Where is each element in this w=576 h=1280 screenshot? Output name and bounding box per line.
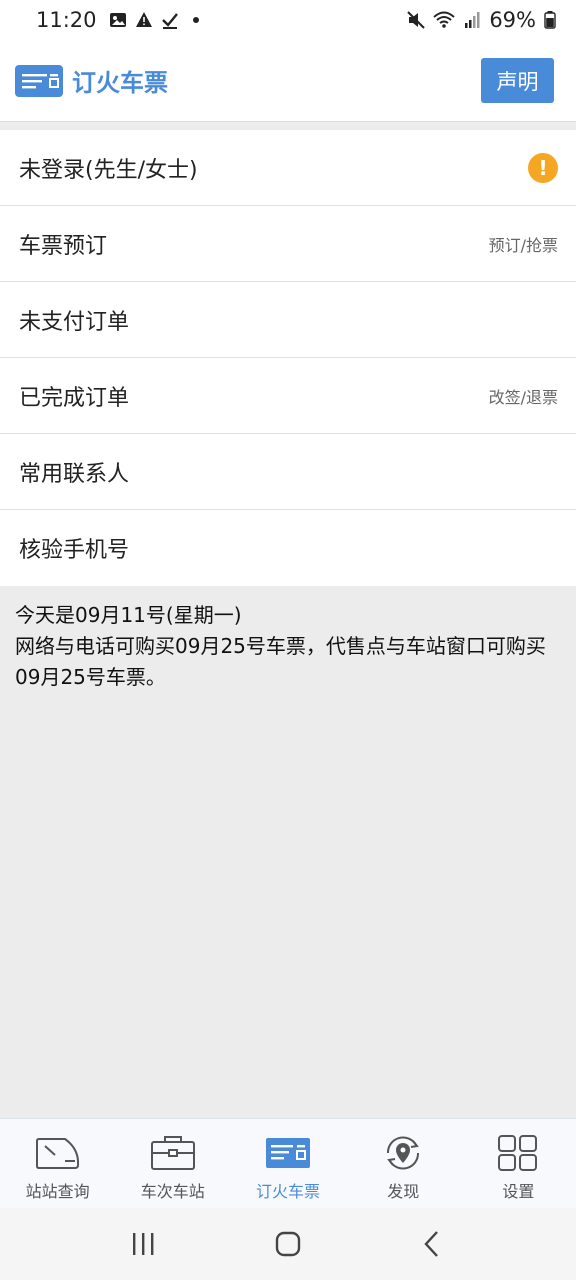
menu-item-hint: 改签/退票 <box>488 387 558 407</box>
menu-item-unpaid-orders[interactable]: 未支付订单 <box>0 282 576 358</box>
briefcase-icon <box>150 1135 196 1171</box>
notification-dot-icon <box>192 17 199 23</box>
today-text: 今天是09月11号(星期一) <box>15 603 242 627</box>
menu-item-label: 车票预订 <box>19 233 108 259</box>
tab-train-station[interactable]: 车次车站 <box>115 1119 230 1208</box>
menu-item-contacts[interactable]: 常用联系人 <box>0 434 576 510</box>
bottom-tab-bar: 站站查询 车次车站 订火车票 发现 设置 <box>0 1118 576 1208</box>
tab-label: 订火车票 <box>256 1182 321 1201</box>
menu-item-verify-phone[interactable]: 核验手机号 <box>0 510 576 586</box>
location-refresh-icon <box>380 1135 426 1171</box>
menu-item-completed-orders[interactable]: 已完成订单 改签/退票 <box>0 358 576 434</box>
warning-icon: ! <box>528 152 558 183</box>
tab-label: 发现 <box>387 1182 420 1201</box>
declare-button[interactable]: 声明 <box>481 58 554 103</box>
menu-item-label: 常用联系人 <box>19 461 130 487</box>
tab-discover[interactable]: 发现 <box>346 1119 461 1208</box>
image-icon <box>109 13 126 27</box>
date-info: 今天是09月11号(星期一) 网络与电话可购买09月25号车票，代售点与车站窗口… <box>15 600 563 693</box>
status-time: 11:20 <box>36 8 97 32</box>
grid-icon <box>495 1135 541 1171</box>
menu-item-hint: 预订/抢票 <box>488 235 558 255</box>
battery-percent: 69% <box>489 8 536 32</box>
status-bar: 11:20 69% <box>0 0 576 40</box>
tab-book-ticket[interactable]: 订火车票 <box>230 1119 345 1208</box>
wifi-icon <box>433 11 455 28</box>
tab-label: 车次车站 <box>140 1182 205 1201</box>
menu-item-ticket-booking[interactable]: 车票预订 预订/抢票 <box>0 206 576 282</box>
battery-icon <box>544 11 556 29</box>
presale-text: 网络与电话可购买09月25号车票，代售点与车站窗口可购买09月25号车票。 <box>15 634 546 689</box>
menu-item-label: 未支付订单 <box>19 309 130 335</box>
home-button[interactable] <box>268 1224 308 1264</box>
system-nav-bar <box>0 1208 576 1280</box>
signal-icon <box>465 12 480 28</box>
recent-apps-button[interactable] <box>123 1224 163 1264</box>
tab-label: 设置 <box>502 1182 535 1201</box>
back-button[interactable] <box>413 1224 453 1264</box>
menu-item-label: 核验手机号 <box>19 538 130 563</box>
recent-apps-icon <box>132 1233 154 1255</box>
menu-item-login[interactable]: 未登录(先生/女士) ! <box>0 130 576 206</box>
home-icon <box>275 1231 301 1257</box>
back-icon <box>424 1231 439 1257</box>
menu-list: 未登录(先生/女士) ! 车票预订 预订/抢票 未支付订单 已完成订单 改签/退… <box>0 130 576 586</box>
ticket-icon <box>265 1135 311 1171</box>
mute-icon <box>407 11 426 29</box>
menu-item-label: 已完成订单 <box>19 385 130 411</box>
check-icon <box>161 13 178 29</box>
ticket-logo-icon <box>15 64 63 97</box>
page-title: 订火车票 <box>72 69 168 97</box>
app-header: 订火车票 声明 <box>0 40 576 122</box>
tab-station-query[interactable]: 站站查询 <box>0 1119 115 1208</box>
menu-item-label: 未登录(先生/女士) <box>19 157 198 183</box>
warning-icon <box>135 12 152 27</box>
tab-label: 站站查询 <box>25 1182 90 1201</box>
train-icon <box>35 1135 81 1171</box>
tab-settings[interactable]: 设置 <box>461 1119 576 1208</box>
